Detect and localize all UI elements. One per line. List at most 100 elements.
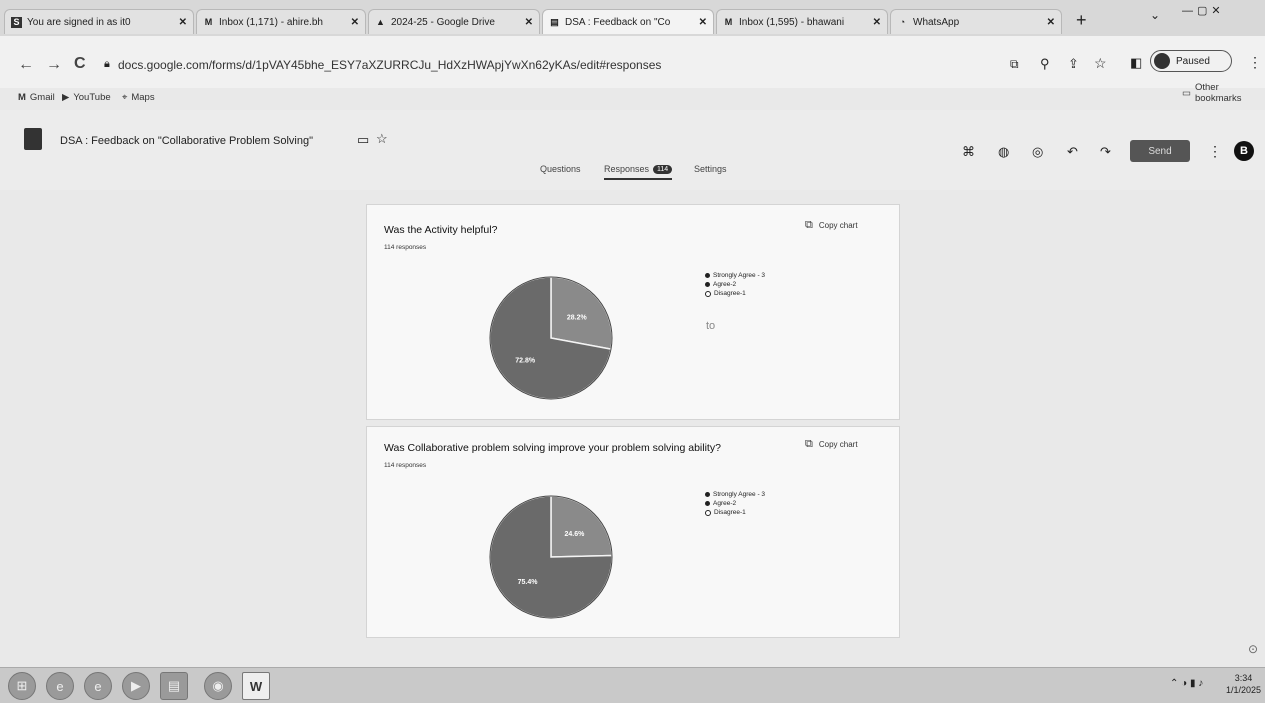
copy-icon: ⧉ [805, 219, 813, 231]
folder-icon: ▭ [1182, 87, 1191, 99]
file-explorer-icon[interactable]: ▤ [160, 672, 188, 700]
gmail-icon: M [18, 92, 26, 103]
clock[interactable]: 3:34 1/1/2025 [1226, 672, 1261, 696]
media-player-icon[interactable]: ▶ [122, 672, 150, 700]
legend-item: Disagree-1 [705, 509, 765, 516]
browser-tab-inbox-2[interactable]: M Inbox (1,595) - bhawani ✕ [716, 9, 888, 34]
gmail-icon: M [724, 17, 733, 27]
more-options-icon[interactable]: ⋮ [1208, 143, 1222, 160]
start-button-icon[interactable]: ⊞ [8, 672, 36, 700]
browser-tab-label: Inbox (1,171) - ahire.bh [219, 16, 323, 28]
profile-button[interactable]: Paused [1150, 50, 1232, 72]
legend-swatch [705, 273, 710, 278]
copy-chart-button[interactable]: ⧉ Copy chart [805, 219, 858, 232]
question-title: Was Collaborative problem solving improv… [384, 442, 721, 454]
responses-count-badge: 114 [653, 164, 673, 174]
forms-logo-icon[interactable] [24, 128, 42, 150]
undo-icon[interactable]: ↶ [1067, 144, 1078, 160]
palette-icon[interactable]: ◍ [998, 144, 1009, 160]
question-title: Was the Activity helpful? [384, 224, 498, 236]
whatsapp-icon: ◔ [899, 17, 906, 27]
google-classroom-icon: S [11, 16, 22, 28]
close-tab-icon[interactable]: ✕ [873, 17, 881, 28]
system-tray-icons[interactable]: ⌃ ◑ ▮ ♪ [1170, 678, 1203, 689]
side-panel-icon[interactable]: ◧ [1130, 55, 1142, 71]
send-button[interactable]: Send [1130, 140, 1190, 162]
profile-status: Paused [1176, 55, 1210, 67]
chart-legend: Strongly Agree - 3 Agree-2 Disagree-1 [705, 272, 765, 299]
google-drive-icon: ▲ [376, 17, 385, 27]
share-icon[interactable]: ⇪ [1068, 56, 1079, 72]
pie-slice-2 [550, 276, 613, 351]
help-icon[interactable]: ⊙ [1248, 642, 1258, 656]
close-tab-icon[interactable]: ✕ [525, 17, 533, 28]
tab-settings[interactable]: Settings [694, 164, 727, 174]
word-icon[interactable]: W [242, 672, 270, 700]
reload-icon[interactable]: C [74, 55, 86, 73]
folder-icon[interactable]: ▭ [357, 132, 369, 148]
bookmark-star-icon[interactable]: ☆ [1094, 55, 1107, 72]
other-bookmarks[interactable]: ▭ Other bookmarks [1182, 82, 1265, 104]
close-tab-icon[interactable]: ✕ [351, 17, 359, 28]
tab-questions[interactable]: Questions [540, 164, 581, 174]
stray-text: to [706, 320, 716, 332]
bookmark-youtube[interactable]: ▶ YouTube [62, 92, 111, 103]
copy-chart-label: Copy chart [818, 221, 858, 230]
question-card-2 [366, 426, 900, 638]
browser-tab-label: You are signed in as it0 [27, 16, 131, 28]
gmail-icon: M [204, 17, 213, 27]
address-bar[interactable]: docs.google.com/forms/d/1pVAY45bhe_ESY7a… [118, 58, 661, 72]
legend-item: Agree-2 [705, 500, 765, 507]
browser-tab-label: Inbox (1,595) - bhawani [739, 16, 845, 28]
internet-explorer-icon[interactable]: e [46, 672, 74, 700]
browser-tab-inbox-1[interactable]: M Inbox (1,171) - ahire.bh ✕ [196, 9, 366, 34]
legend-swatch [705, 492, 710, 497]
pie-slice-label: 75.4% [518, 579, 539, 586]
translate-icon[interactable]: ⧉ [1010, 57, 1019, 72]
addon-icon[interactable]: ⌘ [962, 144, 975, 160]
clock-time: 3:34 [1234, 673, 1253, 683]
avatar[interactable]: B [1234, 141, 1254, 161]
legend-swatch [705, 282, 710, 287]
tab-responses[interactable]: Responses 114 [604, 164, 673, 180]
bookmark-gmail[interactable]: M Gmail [18, 92, 55, 103]
legend-label: Agree-2 [713, 500, 737, 507]
redo-icon[interactable]: ↷ [1100, 144, 1111, 160]
star-icon[interactable]: ☆ [376, 131, 388, 147]
browser-tab-whatsapp[interactable]: ◔ WhatsApp ✕ [890, 9, 1062, 34]
bookmark-maps[interactable]: ⌖ Maps [122, 92, 155, 103]
pie-slice-label: 24.6% [564, 531, 585, 538]
browser-tab-drive[interactable]: ▲ 2024-25 - Google Drive ✕ [368, 9, 540, 34]
ie-icon[interactable]: e [84, 672, 112, 700]
google-forms-icon: ▤ [550, 16, 559, 27]
close-window-icon[interactable]: ✕ [1211, 5, 1224, 17]
browser-tab-classroom[interactable]: S You are signed in as it0 ✕ [4, 9, 194, 34]
legend-swatch [705, 509, 711, 516]
maximize-icon[interactable]: ▢ [1197, 5, 1211, 17]
legend-swatch [705, 290, 711, 297]
copy-icon: ⧉ [805, 438, 813, 450]
close-tab-icon[interactable]: ✕ [179, 17, 187, 28]
new-tab-button[interactable]: + [1076, 10, 1087, 31]
chrome-icon[interactable]: ◉ [204, 672, 232, 700]
preview-eye-icon[interactable]: ◎ [1032, 144, 1043, 160]
browser-tab-forms[interactable]: ▤ DSA : Feedback on "Co ✕ [542, 9, 714, 34]
zoom-search-icon[interactable]: ⚲ [1040, 56, 1050, 72]
forward-arrow-icon[interactable]: → [46, 56, 62, 74]
copy-chart-button[interactable]: ⧉ Copy chart [805, 438, 858, 451]
window-controls[interactable]: —▢✕ [1182, 4, 1225, 17]
browser-tab-label: DSA : Feedback on "Co [565, 16, 671, 28]
close-tab-icon[interactable]: ✕ [1047, 17, 1055, 28]
browser-tab-label: 2024-25 - Google Drive [391, 16, 495, 28]
legend-label: Strongly Agree - 3 [713, 272, 766, 279]
tab-search-icon[interactable]: ⌄ [1150, 8, 1160, 22]
browser-menu-icon[interactable]: ⋮ [1248, 54, 1262, 71]
minimize-icon[interactable]: — [1182, 5, 1197, 17]
taskbar [0, 667, 1265, 703]
close-tab-icon[interactable]: ✕ [699, 17, 707, 28]
legend-label: Strongly Agree - 3 [713, 491, 766, 498]
form-title[interactable]: DSA : Feedback on "Collaborative Problem… [60, 135, 313, 147]
pie-chart-2: 24.6% 75.4% [489, 495, 613, 619]
back-arrow-icon[interactable]: ← [18, 56, 34, 74]
clock-date: 1/1/2025 [1226, 685, 1262, 695]
